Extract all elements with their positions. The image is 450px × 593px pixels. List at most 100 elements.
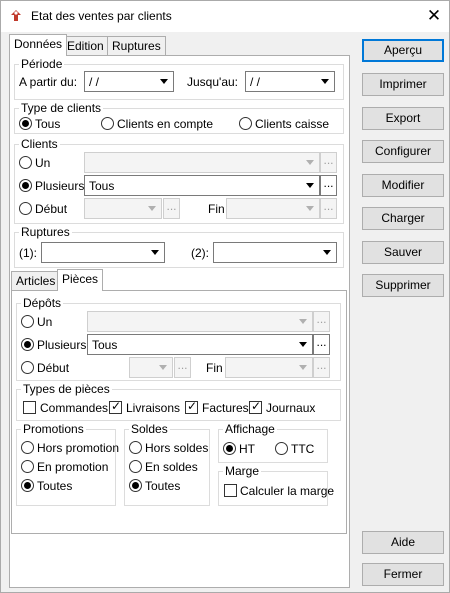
chevron-down-icon[interactable] — [319, 243, 336, 262]
close-icon[interactable]: ✕ — [421, 3, 447, 29]
affichage-title: Affichage — [223, 422, 277, 436]
radio-hors-soldes-label: Hors soldes — [145, 441, 209, 455]
configurer-button[interactable]: Configurer — [362, 140, 444, 163]
client-fin-combo[interactable] — [226, 198, 320, 219]
supprimer-button[interactable]: Supprimer — [362, 274, 444, 297]
check-factures[interactable] — [185, 399, 198, 414]
radio-tous[interactable] — [19, 117, 32, 130]
chevron-down-icon[interactable] — [295, 312, 312, 331]
apercu-button[interactable]: Aperçu — [362, 39, 444, 62]
radio-hors-promotion[interactable] — [21, 441, 34, 454]
chevron-down-icon[interactable] — [295, 358, 312, 377]
tab-ruptures[interactable]: Ruptures — [107, 36, 166, 56]
radio-hors-soldes[interactable] — [129, 441, 142, 454]
donnees-panel: Période A partir du: / / Jusqu'au: / / T… — [9, 55, 350, 588]
depot-un-combo[interactable] — [87, 311, 313, 332]
radio-en-promotion[interactable] — [21, 460, 34, 473]
radio-client-debut[interactable] — [19, 202, 32, 215]
chevron-down-icon[interactable] — [317, 72, 334, 91]
radio-tous-label: Tous — [35, 117, 61, 131]
promotions-title: Promotions — [21, 422, 86, 436]
client-fin-label: Fin — [208, 202, 225, 216]
soldes-title: Soldes — [129, 422, 170, 436]
from-date-field[interactable]: / / — [84, 71, 174, 92]
radio-en-soldes[interactable] — [129, 460, 142, 473]
rupture-2-select[interactable] — [213, 242, 337, 263]
imprimer-button[interactable]: Imprimer — [362, 73, 444, 96]
radio-en-soldes-label: En soldes — [145, 460, 198, 474]
chevron-down-icon[interactable] — [302, 153, 319, 172]
radio-clients-caisse[interactable] — [239, 117, 252, 130]
chevron-down-icon[interactable] — [302, 199, 319, 218]
periode-title: Période — [19, 57, 65, 71]
radio-depot-plusieurs[interactable] — [21, 338, 34, 351]
check-journaux[interactable] — [249, 399, 262, 414]
sauver-button[interactable]: Sauver — [362, 241, 444, 264]
depot-fin-combo[interactable] — [225, 357, 313, 378]
depot-debut-combo[interactable] — [129, 357, 173, 378]
check-livraisons[interactable] — [109, 399, 122, 414]
pieces-panel: Dépôts Un ... Plusieurs Tous ... Début .… — [11, 290, 347, 534]
rupture-2-label: (2): — [191, 246, 209, 260]
check-commandes[interactable] — [23, 401, 36, 414]
radio-client-un[interactable] — [19, 156, 32, 169]
title-bar: Etat des ventes par clients ✕ — [1, 1, 449, 32]
export-button[interactable]: Export — [362, 107, 444, 130]
radio-client-plusieurs[interactable] — [19, 179, 32, 192]
chevron-down-icon[interactable] — [302, 176, 319, 195]
window-title: Etat des ventes par clients — [31, 9, 172, 23]
tab-edition[interactable]: Edition — [62, 36, 109, 56]
radio-depot-un[interactable] — [21, 315, 34, 328]
clients-title: Clients — [19, 137, 60, 151]
client-un-browse-button[interactable]: ... — [320, 152, 337, 173]
rupture-1-select[interactable] — [41, 242, 165, 263]
fermer-button[interactable]: Fermer — [362, 563, 444, 586]
check-calculer-marge-label: Calculer la marge — [240, 484, 335, 498]
depot-fin-browse-button[interactable]: ... — [313, 357, 330, 378]
radio-depot-debut[interactable] — [21, 361, 34, 374]
chevron-down-icon[interactable] — [156, 72, 173, 91]
subtab-articles[interactable]: Articles — [11, 271, 61, 291]
to-date-value: / / — [250, 75, 261, 89]
subtab-pieces[interactable]: Pièces — [57, 269, 104, 291]
chevron-down-icon[interactable] — [295, 335, 312, 354]
rupture-1-label: (1): — [19, 246, 37, 260]
radio-ttc[interactable] — [275, 442, 288, 455]
check-factures-label: Factures — [202, 401, 249, 415]
client-un-combo[interactable] — [84, 152, 320, 173]
depot-plusieurs-browse-button[interactable]: ... — [313, 334, 330, 355]
charger-button[interactable]: Charger — [362, 207, 444, 230]
aide-button[interactable]: Aide — [362, 531, 444, 554]
radio-ht[interactable] — [223, 442, 236, 455]
client-debut-browse-button[interactable]: ... — [163, 198, 180, 219]
chevron-down-icon[interactable] — [155, 358, 172, 377]
chevron-down-icon[interactable] — [144, 199, 161, 218]
tab-donnees[interactable]: Données — [9, 34, 68, 56]
dialog-window: Etat des ventes par clients ✕ Données Ed… — [0, 0, 450, 593]
marge-title: Marge — [223, 464, 262, 478]
radio-soldes-toutes[interactable] — [129, 479, 142, 492]
depot-debut-browse-button[interactable]: ... — [174, 357, 191, 378]
radio-depot-plusieurs-label: Plusieurs — [37, 338, 87, 352]
chevron-down-icon[interactable] — [147, 243, 164, 262]
depot-plusieurs-combo[interactable]: Tous — [87, 334, 313, 355]
radio-ht-label: HT — [239, 442, 255, 456]
check-calculer-marge[interactable] — [224, 484, 237, 497]
app-icon — [11, 10, 21, 21]
client-plusieurs-combo[interactable]: Tous — [84, 175, 320, 196]
client-fin-browse-button[interactable]: ... — [320, 198, 337, 219]
radio-client-debut-label: Début — [35, 202, 68, 216]
types-pieces-title: Types de pièces — [21, 382, 112, 396]
from-date-value: / / — [89, 75, 100, 89]
radio-en-promotion-label: En promotion — [37, 460, 109, 474]
radio-promo-toutes[interactable] — [21, 479, 34, 492]
client-plusieurs-browse-button[interactable]: ... — [320, 175, 337, 196]
depot-un-browse-button[interactable]: ... — [313, 311, 330, 332]
check-livraisons-label: Livraisons — [126, 401, 181, 415]
to-date-field[interactable]: / / — [245, 71, 335, 92]
radio-clients-compte[interactable] — [101, 117, 114, 130]
client-debut-combo[interactable] — [84, 198, 162, 219]
from-label: A partir du: — [19, 75, 78, 89]
types-pieces-group: Types de pièces Commandes Livraisons Fac… — [16, 382, 341, 421]
modifier-button[interactable]: Modifier — [362, 174, 444, 197]
